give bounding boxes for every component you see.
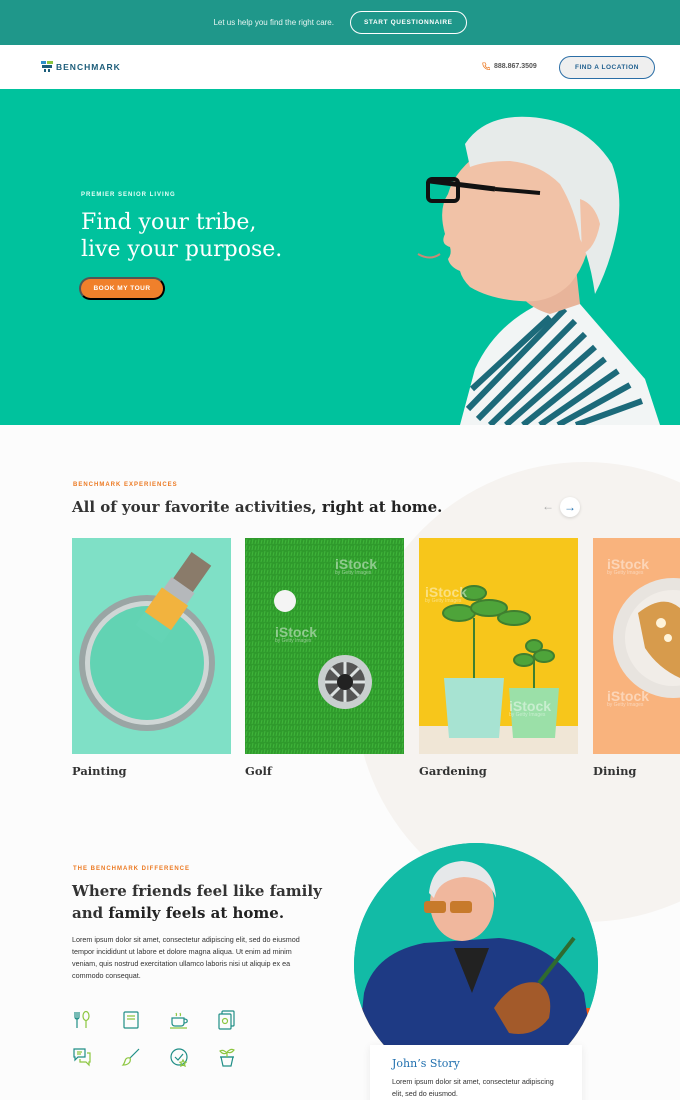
logo-mark-icon	[41, 61, 53, 72]
experiences-title: All of your favorite activities, right a…	[72, 498, 442, 516]
hero-title-line1: Find your tribe,	[81, 210, 257, 235]
difference-title-line2-plain: and	[72, 904, 109, 922]
story-title[interactable]: John’s Story	[392, 1057, 460, 1070]
carousel-prev-button[interactable]: ←	[540, 498, 556, 514]
difference-body: Lorem ipsum dolor sit amet, consectetur …	[72, 935, 300, 980]
coffee-icon	[170, 1012, 188, 1029]
badge-icon	[170, 1048, 188, 1067]
arrow-left-icon: ←	[542, 499, 554, 513]
promo-text: Let us help you find the right care.	[213, 18, 334, 27]
difference-title-line2-bold: family feels at home.	[108, 904, 285, 922]
find-location-button[interactable]: FIND A LOCATION	[559, 56, 655, 79]
gardening-watermark: iStock by Getty Images	[509, 698, 552, 718]
page: Let us help you find the right care. STA…	[0, 0, 680, 1100]
difference-title-line2: and family feels at home.	[72, 902, 322, 924]
golf-image	[245, 538, 404, 754]
experiences-title-plain: All of your favorite activities,	[72, 498, 322, 516]
phone-link[interactable]: 888.867.3509	[482, 62, 537, 70]
activity-card-dining[interactable]: iStock by Getty Images iStock by Getty Ima…	[593, 538, 680, 754]
experiences-title-bold: right at home.	[321, 498, 443, 516]
chat-icon	[73, 1048, 91, 1067]
painting-image	[72, 538, 231, 754]
gardening-watermark: iStock by Getty Images	[425, 584, 468, 604]
logo[interactable]: BENCHMARK	[41, 61, 121, 72]
golf-watermark: iStock by Getty Images	[275, 624, 318, 644]
phone-number: 888.867.3509	[494, 62, 537, 70]
difference-title-line1: Where friends feel like family	[72, 882, 322, 900]
book-tour-button[interactable]: BOOK MY TOUR	[79, 277, 165, 300]
difference-title: Where friends feel like family and famil…	[72, 880, 322, 924]
hero-eyebrow: PREMIER SENIOR LIVING	[81, 192, 176, 198]
activity-card-golf[interactable]: iStock by Getty Images iStock by Getty Ima…	[245, 538, 404, 754]
activity-card-painting[interactable]	[72, 538, 231, 754]
hero-title: Find your tribe, live your purpose.	[81, 209, 282, 263]
experiences-eyebrow: BENCHMARK EXPERIENCES	[73, 482, 178, 488]
john-story-card[interactable]: John’s Story Lorem ipsum dolor sit amet,…	[370, 1045, 582, 1100]
dining-watermark: iStock by Getty Images	[607, 688, 650, 708]
activity-label-dining: Dining	[593, 764, 637, 778]
activity-label-gardening: Gardening	[419, 764, 487, 778]
story-body: Lorem ipsum dolor sit amet, consectetur …	[392, 1077, 554, 1098]
hero: PREMIER SENIOR LIVING Find your tribe, l…	[0, 89, 680, 425]
arrow-right-icon: →	[564, 500, 576, 514]
plant-icon	[219, 1048, 235, 1067]
difference-eyebrow: THE BENCHMARK DIFFERENCE	[73, 866, 190, 872]
carousel-next-button[interactable]: →	[560, 497, 580, 517]
puzzle-icon	[218, 1010, 235, 1030]
activity-label-golf: Golf	[245, 764, 272, 778]
activity-label-painting: Painting	[72, 764, 127, 778]
site-header: BENCHMARK 888.867.3509 FIND A LOCATION	[0, 45, 680, 89]
start-questionnaire-button[interactable]: START QUESTIONNAIRE	[349, 11, 467, 34]
activity-card-gardening[interactable]: iStock by Getty Images iStock by Getty Ima…	[419, 538, 578, 754]
book-icon	[123, 1011, 139, 1029]
hero-senior-man-image	[417, 116, 660, 425]
phone-icon	[482, 62, 490, 70]
dining-watermark: iStock by Getty Images	[607, 556, 650, 576]
promo-bar: Let us help you find the right care. STA…	[0, 0, 680, 45]
logo-text: BENCHMARK	[56, 61, 121, 72]
paintbrush-icon	[121, 1048, 140, 1066]
gardening-image	[419, 538, 578, 754]
golf-watermark: iStock by Getty Images	[335, 556, 378, 576]
hero-title-line2: live your purpose.	[81, 237, 283, 262]
dining-icon	[74, 1010, 90, 1028]
